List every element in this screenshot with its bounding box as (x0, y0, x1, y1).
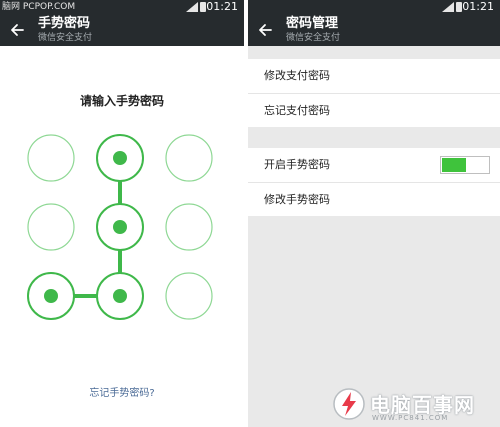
back-arrow-icon[interactable] (256, 20, 276, 40)
modify-gesture-password-label: 修改手势密码 (264, 193, 330, 206)
gesture-node-dot-7 (44, 289, 58, 303)
clock: 01:21 (462, 0, 494, 13)
gesture-node-dot-8 (113, 289, 127, 303)
forgot-payment-password-label: 忘记支付密码 (264, 104, 330, 117)
status-bar: 01:21 (248, 0, 500, 14)
signal-icon (442, 2, 454, 12)
gesture-node-4[interactable] (27, 203, 75, 251)
toggle-knob (442, 158, 466, 172)
battery-icon (456, 2, 462, 12)
gesture-node-dot-5 (113, 220, 127, 234)
page-title: 密码管理 (286, 16, 339, 31)
gesture-pattern-grid[interactable] (0, 0, 244, 427)
watermark-url: WWW.PC841.COM (372, 414, 449, 422)
gesture-password-toggle[interactable] (440, 156, 490, 174)
gesture-password-screen: 脑网 PCPOP.COM 01:21 手势密码 微信安全支付 请输入手势密码 忘… (0, 0, 244, 427)
forgot-gesture-link[interactable]: 忘记手势密码? (0, 384, 244, 399)
gesture-node-1[interactable] (27, 134, 75, 182)
page-subtitle: 微信安全支付 (286, 33, 341, 43)
modify-payment-password-item[interactable]: 修改支付密码 (248, 59, 500, 93)
enable-gesture-password-item[interactable]: 开启手势密码 (248, 148, 500, 182)
modify-payment-password-label: 修改支付密码 (264, 69, 330, 82)
password-management-screen: 01:21 密码管理 微信安全支付 修改支付密码 忘记支付密码 开启手势密码 修… (248, 0, 500, 427)
enable-gesture-password-label: 开启手势密码 (264, 158, 330, 171)
gesture-node-dot-2 (113, 151, 127, 165)
app-bar: 密码管理 微信安全支付 (248, 14, 500, 46)
payment-password-section: 修改支付密码 忘记支付密码 (248, 59, 500, 127)
gesture-node-3[interactable] (165, 134, 213, 182)
forgot-payment-password-item[interactable]: 忘记支付密码 (248, 93, 500, 127)
gesture-node-6[interactable] (165, 203, 213, 251)
lightning-logo-icon (333, 388, 365, 420)
modify-gesture-password-item[interactable]: 修改手势密码 (248, 182, 500, 216)
gesture-node-9[interactable] (165, 272, 213, 320)
site-watermark: 电脑百事网 WWW.PC841.COM (332, 387, 492, 423)
gesture-password-section: 开启手势密码 修改手势密码 (248, 148, 500, 216)
